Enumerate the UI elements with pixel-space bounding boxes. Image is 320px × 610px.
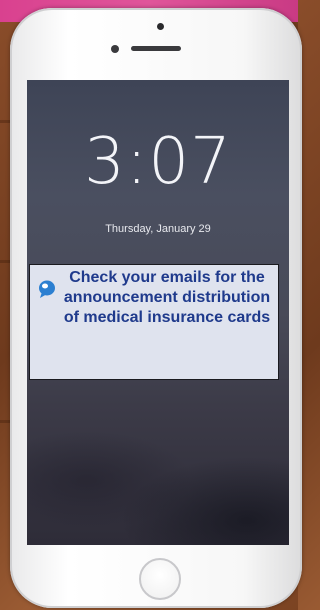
proximity-sensor-icon xyxy=(111,45,119,53)
lock-screen-time: 3:07 xyxy=(84,125,232,199)
earpiece-speaker xyxy=(131,46,181,51)
notification-message: Check your emails for the announcement d… xyxy=(63,269,271,326)
front-camera-icon xyxy=(157,23,164,30)
chat-bubble-icon xyxy=(39,280,55,298)
lock-screen-date: Thursday, January 29 xyxy=(105,223,211,235)
home-button[interactable] xyxy=(139,558,181,600)
notification-card[interactable]: Check your emails for the announcement d… xyxy=(29,264,279,380)
